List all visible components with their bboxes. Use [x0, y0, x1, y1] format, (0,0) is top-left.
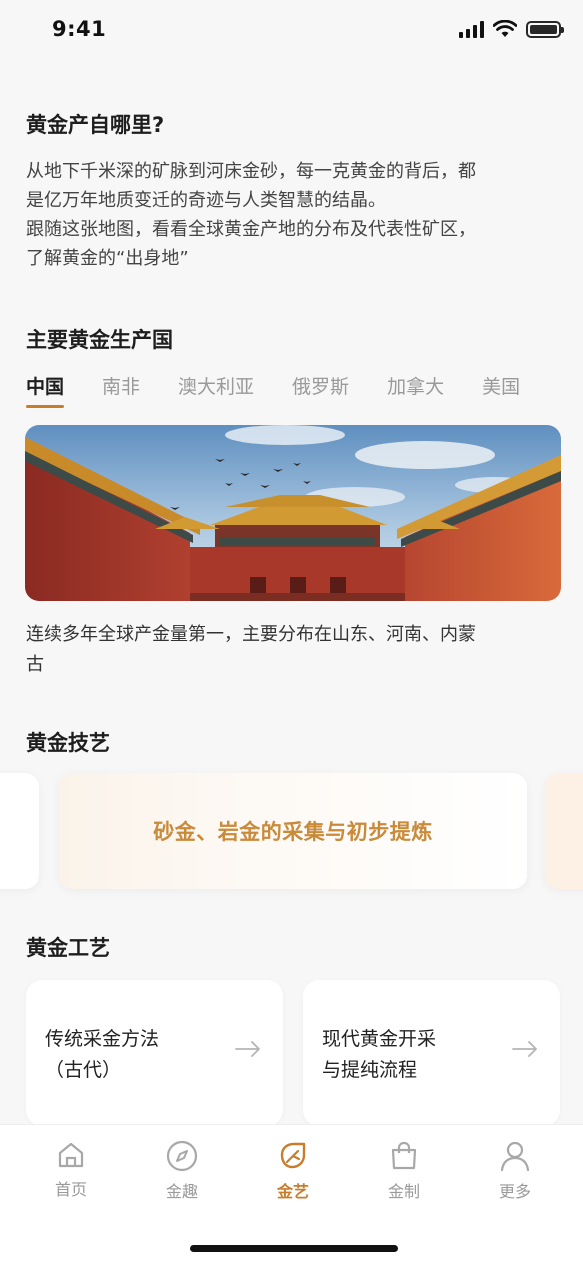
- section-title-producers: 主要黄金生产国: [26, 328, 173, 352]
- intro-line: 是亿万年地质变迁的奇迹与人类智慧的结晶。: [26, 190, 386, 211]
- arrow-right-icon: [512, 1041, 537, 1057]
- caption-line: 连续多年全球产金量第一，主要分布在山东、河南、内蒙: [26, 624, 476, 645]
- craft-card-line: 与提纯流程: [322, 1059, 418, 1081]
- country-tabs: 中国 南非 澳大利亚 俄罗斯 加拿大 美国: [26, 374, 583, 410]
- arrow-right-icon: [235, 1041, 260, 1057]
- tab-china[interactable]: 中国: [26, 374, 65, 410]
- craft-card-line: （古代）: [45, 1059, 122, 1081]
- tab-russia[interactable]: 俄罗斯: [292, 374, 349, 410]
- tab-australia[interactable]: 澳大利亚: [178, 374, 254, 410]
- section-title-crafts: 黄金工艺: [26, 936, 110, 960]
- section-title-skills: 黄金技艺: [26, 731, 110, 755]
- craft-card-line: 现代黄金开采: [322, 1028, 437, 1050]
- battery-icon: [526, 20, 564, 38]
- tabbar-item-fun[interactable]: 金趣: [142, 1139, 222, 1202]
- status-icons: [459, 20, 564, 38]
- section-title-origin: 黄金产自哪里?: [26, 113, 165, 137]
- carousel-card-prev[interactable]: [0, 773, 39, 889]
- leaf-icon: [280, 1142, 306, 1169]
- tab-canada[interactable]: 加拿大: [387, 374, 444, 410]
- tab-usa[interactable]: 美国: [482, 374, 520, 410]
- craft-card-traditional[interactable]: 传统采金方法 （古代）: [26, 980, 283, 1126]
- tabbar-item-craft[interactable]: 金艺: [253, 1139, 333, 1202]
- status-time: 9:41: [52, 17, 107, 41]
- craft-card-line: 传统采金方法: [45, 1028, 160, 1050]
- status-bar: 9:41: [0, 0, 583, 62]
- wifi-icon: [493, 20, 517, 37]
- craft-card-text: 现代黄金开采 与提纯流程: [322, 1024, 436, 1086]
- intro-line: 从地下千米深的矿脉到河床金砂，每一克黄金的背后，都: [26, 161, 476, 182]
- home-icon: [58, 1142, 84, 1168]
- craft-card-modern[interactable]: 现代黄金开采 与提纯流程: [303, 980, 560, 1126]
- tabbar-label: 金制: [387, 1182, 420, 1201]
- carousel-card-current[interactable]: 砂金、岩金的采集与初步提炼: [59, 773, 527, 889]
- bottom-tab-bar: 首页 金趣 金艺 金制 更多: [0, 1124, 583, 1263]
- caption-line: 古: [26, 654, 44, 675]
- carousel-card-label: 砂金、岩金的采集与初步提炼: [153, 820, 433, 844]
- country-hero-image: [25, 425, 561, 601]
- intro-line: 跟随这张地图，看看全球黄金产地的分布及代表性矿区，: [26, 219, 476, 240]
- tabbar-label: 更多: [498, 1182, 531, 1201]
- intro-paragraph: 从地下千米深的矿脉到河床金砂，每一克黄金的背后，都 是亿万年地质变迁的奇迹与人类…: [26, 157, 566, 273]
- compass-icon: [166, 1140, 198, 1172]
- home-indicator: [190, 1245, 398, 1252]
- carousel-card-next[interactable]: [545, 773, 583, 889]
- country-caption: 连续多年全球产金量第一，主要分布在山东、河南、内蒙 古: [26, 620, 566, 680]
- user-icon: [500, 1141, 530, 1172]
- tabbar-item-home[interactable]: 首页: [31, 1139, 111, 1200]
- tabbar-label: 金趣: [165, 1182, 198, 1201]
- craft-card-text: 传统采金方法 （古代）: [45, 1024, 159, 1086]
- tabbar-label: 首页: [54, 1180, 87, 1199]
- intro-line: 了解黄金的“出身地”: [26, 248, 189, 269]
- shopping-bag-icon: [391, 1141, 417, 1170]
- tabbar-item-more[interactable]: 更多: [475, 1139, 555, 1202]
- tabbar-label: 金艺: [276, 1182, 309, 1201]
- tabbar-item-make[interactable]: 金制: [364, 1139, 444, 1202]
- cellular-signal-icon: [459, 20, 484, 38]
- tab-south-africa[interactable]: 南非: [102, 374, 140, 410]
- palace-illustration: [25, 425, 561, 601]
